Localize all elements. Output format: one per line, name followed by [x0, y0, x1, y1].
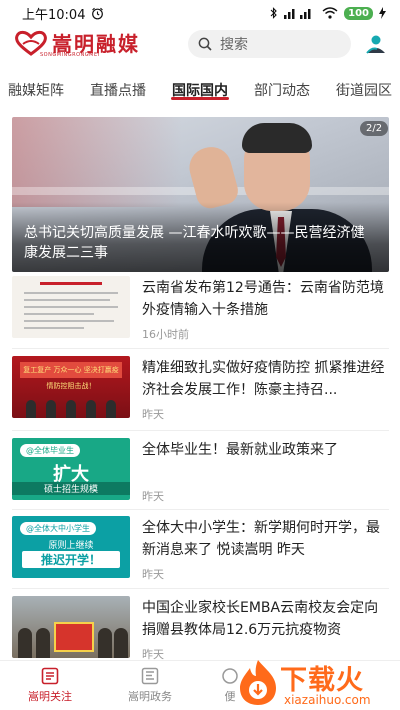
- document-header-line: [40, 282, 102, 285]
- alarm-icon: [92, 7, 104, 19]
- signal-icon: [284, 9, 311, 19]
- news-title: 全体毕业生！最新就业政策来了: [142, 442, 338, 458]
- document-line: [24, 327, 84, 329]
- nav-label: 嵩明关注: [28, 690, 72, 703]
- person-silhouette: [36, 628, 50, 658]
- person-silhouette: [98, 628, 112, 658]
- person-silhouette: [46, 400, 56, 418]
- divider: [12, 348, 389, 349]
- active-tab-indicator: [171, 97, 229, 100]
- document-line: [24, 320, 114, 322]
- hero-carousel[interactable]: 2/2 总书记关切高质量发展 —江春水听欢歌——民营经济健康发展二三事: [12, 117, 389, 272]
- search-icon: [198, 37, 212, 51]
- nav-item-focus[interactable]: 嵩明关注: [10, 667, 90, 704]
- thumbnail-tag: @全体毕业生: [20, 444, 80, 457]
- person-silhouette: [114, 628, 128, 658]
- news-item[interactable]: 云南省发布第12号通告：云南省防范境外疫情输入十条措施 16小时前: [12, 276, 389, 346]
- person-silhouette: [66, 400, 76, 418]
- person-silhouette: [106, 400, 116, 418]
- tab-live[interactable]: 直播点播: [90, 80, 146, 100]
- news-title: 全体大中小学生：新学期何时开学，最新消息来了 悦读嵩明 昨天: [142, 520, 380, 558]
- news-thumbnail-students: @全体大中小学生 原则上继续 推迟开学！: [12, 516, 130, 578]
- divider: [12, 430, 389, 431]
- news-item[interactable]: 复工复产 万众一心 坚决打赢疫情防控阻击战！ 精准细致扎实做好疫情防控 抓紧推进…: [12, 356, 389, 426]
- thumbnail-subline: 硕士招生规模: [12, 482, 130, 495]
- news-title: 云南省发布第12号通告：云南省防范境外疫情输入十条措施: [142, 280, 384, 318]
- charging-icon: [379, 7, 386, 19]
- news-thumbnail-donation: [12, 596, 130, 658]
- battery-indicator: 100: [344, 6, 373, 20]
- wifi-icon: [322, 7, 338, 19]
- watermark-text: 下载火: [280, 665, 364, 696]
- thumbnail-banner: 复工复产 万众一心 坚决打赢疫情防控阻击战！: [20, 362, 122, 390]
- news-time: 昨天: [142, 490, 164, 503]
- nav-label: 嵩明政务: [128, 690, 172, 703]
- watermark-url: xiazaihuo.com: [284, 693, 371, 707]
- watermark: 下载火 xiazaihuo.com: [236, 658, 396, 710]
- status-bar: 上午10:04 100: [0, 0, 400, 26]
- news-thumbnail-meeting: 复工复产 万众一心 坚决打赢疫情防控阻击战！: [12, 356, 130, 418]
- news-item[interactable]: @全体大中小学生 原则上继续 推迟开学！ 全体大中小学生：新学期何时开学，最新消…: [12, 516, 389, 586]
- status-time: 上午10:04: [22, 7, 86, 23]
- person-silhouette: [26, 400, 36, 418]
- news-title: 中国企业家校长EMBA云南校友会定向捐赠县教体局12.6万元抗疫物资: [142, 600, 379, 638]
- document-line: [24, 292, 118, 294]
- news-title: 精准细致扎实做好疫情防控 抓紧推进经济社会发展工作！陈豪主持召...: [142, 360, 385, 398]
- logo-subtext: SONGMINGRONGMEI: [40, 52, 100, 58]
- news-item[interactable]: @全体毕业生 扩大 硕士招生规模 全体毕业生！最新就业政策来了 昨天: [12, 438, 389, 508]
- divider: [12, 588, 389, 589]
- document-line: [24, 313, 94, 315]
- government-icon: [141, 667, 159, 685]
- thumbnail-subline: 原则上继续: [48, 541, 94, 551]
- news-icon: [41, 667, 59, 685]
- news-time: 昨天: [142, 568, 164, 581]
- carousel-page-indicator: 2/2: [360, 121, 389, 136]
- thumbnail-tag: @全体大中小学生: [20, 522, 96, 535]
- search-placeholder: 搜索: [220, 37, 248, 53]
- divider: [12, 509, 389, 510]
- person-silhouette: [86, 400, 96, 418]
- thumbnail-headline: 推迟开学！: [22, 551, 120, 568]
- document-line: [24, 306, 118, 308]
- bluetooth-icon: [270, 7, 277, 19]
- news-thumbnail-document: [12, 276, 130, 338]
- news-time: 昨天: [142, 408, 164, 421]
- tab-matrix[interactable]: 融媒矩阵: [8, 80, 64, 100]
- tab-streets[interactable]: 街道园区: [336, 80, 392, 100]
- nav-label: 便: [224, 690, 236, 703]
- donation-sign: [54, 622, 94, 652]
- nav-item-government[interactable]: 嵩明政务: [110, 667, 190, 704]
- search-input[interactable]: 搜索: [188, 30, 351, 58]
- tab-departments[interactable]: 部门动态: [254, 80, 310, 100]
- hero-photo-hair: [242, 123, 312, 153]
- news-time: 16小时前: [142, 328, 189, 341]
- news-item[interactable]: 中国企业家校长EMBA云南校友会定向捐赠县教体局12.6万元抗疫物资 昨天: [12, 596, 389, 666]
- news-thumbnail-graduates: @全体毕业生 扩大 硕士招生规模: [12, 438, 130, 500]
- person-silhouette: [18, 628, 32, 658]
- hero-title: 总书记关切高质量发展 —江春水听欢歌——民营经济健康发展二三事: [24, 225, 365, 261]
- flame-logo-icon: [240, 660, 276, 705]
- document-line: [24, 299, 110, 301]
- user-profile-icon[interactable]: [364, 33, 386, 55]
- category-tabs: 融媒矩阵 直播点播 国际国内 部门动态 街道园区: [0, 72, 400, 106]
- app-header: 嵩明融媒 SONGMINGRONGMEI 搜索: [0, 26, 400, 66]
